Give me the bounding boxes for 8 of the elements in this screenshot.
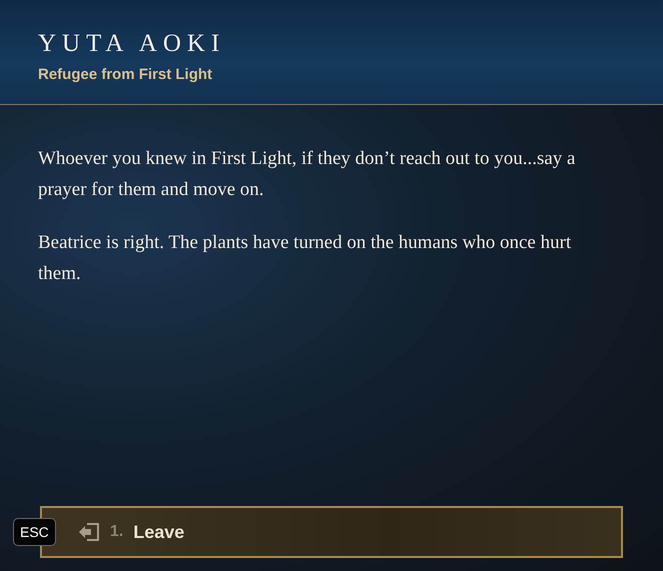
speaker-title: Refugee from First Light bbox=[38, 66, 212, 83]
dialogue-text: Beatrice is right. The plants have turned on the humans who once hurt them. bbox=[38, 231, 572, 286]
exit-door-icon bbox=[78, 522, 100, 542]
speaker-name: YUTA AOKI bbox=[38, 30, 226, 58]
option-label: Leave bbox=[133, 522, 184, 542]
dialogue-text: Whoever you knew in First Light, if they don’t reach out to you...say a prayer for them and move on. bbox=[38, 147, 576, 202]
option-number: 1. bbox=[110, 523, 124, 541]
hotkey-badge: ESC bbox=[13, 518, 56, 546]
